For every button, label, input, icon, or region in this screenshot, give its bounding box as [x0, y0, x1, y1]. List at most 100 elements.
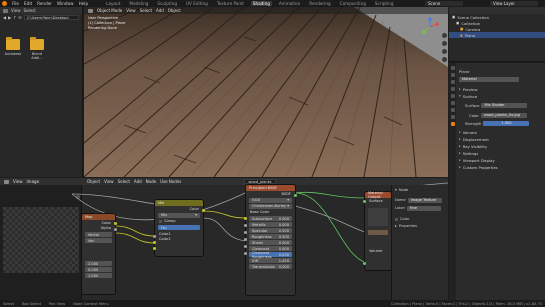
node-value-field[interactable]: Metallic 0.000	[249, 222, 292, 227]
subsurface-method-dropdown[interactable]: Christensen-Burley ▾	[249, 203, 292, 209]
node-input-socket[interactable]	[244, 252, 247, 255]
tab-sculpting[interactable]: Sculpting	[155, 1, 179, 6]
surface-shader-dropdown[interactable]: Mix Shader	[481, 102, 528, 108]
object-tab-icon[interactable]	[450, 101, 455, 105]
editor-type-icon[interactable]	[88, 8, 93, 13]
tab-texture-paint[interactable]: Texture Paint	[215, 1, 246, 6]
section-settings[interactable]: ▸ Settings	[459, 150, 478, 156]
output-tab-icon[interactable]	[450, 80, 455, 84]
menu-help[interactable]: Help	[79, 1, 89, 6]
menu-file[interactable]: File	[12, 1, 19, 6]
tab-layout[interactable]: Layout	[104, 1, 122, 6]
outliner-row-plane[interactable]: ▲ Plane	[449, 32, 545, 38]
render-tab-icon[interactable]	[450, 73, 455, 77]
color-texture-field[interactable]: wood_planks_0x.jpg	[480, 112, 527, 118]
vp-menu-add[interactable]: Add	[156, 8, 164, 13]
menu-render[interactable]: Render	[37, 1, 52, 6]
editor-type-icon[interactable]	[3, 8, 8, 13]
tool-tab-icon[interactable]	[450, 66, 455, 70]
node-properties-section[interactable]: ▸ Properties	[395, 223, 417, 229]
node-mix[interactable]: Mix Color Mix ▾ Clamp Fac Color1 Color2	[153, 200, 205, 256]
parent-dir-icon[interactable]: ↑	[13, 15, 16, 20]
node-color-swatch[interactable]	[368, 229, 388, 235]
blend-mode-dropdown[interactable]: Mix ▾	[158, 212, 200, 218]
node-output-socket[interactable]	[114, 228, 117, 231]
node-input-socket[interactable]	[363, 262, 366, 265]
refresh-icon[interactable]: ⟳	[19, 15, 22, 20]
node-input-socket[interactable]	[244, 217, 247, 220]
view-layer-selector[interactable]: View Layer	[490, 1, 538, 6]
section-preview[interactable]: ▸ Preview	[459, 86, 477, 92]
node-input-socket[interactable]	[363, 200, 366, 203]
node-section-header[interactable]: ▾ Node	[395, 187, 408, 193]
node-value-field[interactable]: 1.000	[85, 273, 112, 278]
node-value-field[interactable]: 2.000	[85, 261, 112, 266]
folder-item[interactable]: Autodesk	[4, 37, 22, 56]
node-label-input[interactable]: Fine	[406, 205, 441, 211]
node-output-socket[interactable]	[294, 194, 297, 197]
scene-selector[interactable]: Scene	[425, 1, 463, 6]
node-value-field[interactable]: Transmission 0.000	[249, 264, 292, 269]
3d-viewport[interactable]: Object Mode View Select Add Object User …	[84, 7, 448, 177]
node-input-socket[interactable]	[244, 224, 247, 227]
perspective-toggle-icon[interactable]	[442, 57, 447, 62]
strength-slider[interactable]: 1.000	[483, 120, 530, 126]
fb-menu-select[interactable]: Select	[24, 8, 36, 13]
node-input-socket[interactable]	[153, 247, 156, 250]
node-value-field[interactable]: Clearcoat Roughness 0.030	[249, 251, 292, 259]
clamp-checkbox-row[interactable]: Clamp	[155, 219, 203, 225]
node-output-socket[interactable]	[114, 222, 117, 225]
node-value-field[interactable]: Sheen 0.000	[249, 240, 292, 245]
tab-scripting[interactable]: Scripting	[373, 1, 396, 6]
node-input-socket[interactable]	[153, 241, 156, 244]
object-mode-dropdown[interactable]: Object Mode	[97, 8, 122, 13]
modifier-tab-icon[interactable]	[450, 108, 455, 112]
node-input-socket[interactable]	[244, 238, 247, 241]
zoom-icon[interactable]	[442, 33, 447, 38]
tab-compositing[interactable]: Compositing	[338, 1, 368, 6]
node-output-socket[interactable]	[202, 209, 205, 212]
node-input-socket[interactable]	[244, 231, 247, 234]
fb-menu-view[interactable]: View	[11, 8, 21, 13]
vp-menu-view[interactable]: View	[126, 8, 136, 13]
tab-rendering[interactable]: Rendering	[307, 1, 332, 6]
blender-logo-icon[interactable]	[2, 1, 7, 6]
fac-slider[interactable]: Fac	[158, 225, 200, 230]
node-name-input[interactable]: Image Texture	[407, 197, 442, 203]
tab-modeling[interactable]: Modeling	[127, 1, 150, 6]
node-value-field[interactable]: Specular 0.500	[249, 228, 292, 233]
navigation-gizmo-icon[interactable]	[420, 17, 440, 37]
file-path-input[interactable]: C:\Users\Yann\Desktop\	[23, 15, 79, 20]
node-value-field[interactable]: Subsurface 0.000	[249, 216, 292, 221]
scene-tab-icon[interactable]	[450, 87, 455, 91]
node-map[interactable]: Map Color Alpha Vector Vec 2.000 0.000 1…	[82, 214, 117, 294]
node-color-section[interactable]: Color	[395, 216, 409, 222]
folder-item[interactable]: Blend Addl...	[28, 37, 46, 60]
vp-menu-object[interactable]: Object	[168, 8, 181, 13]
forward-arrow-icon[interactable]: ▶	[8, 15, 11, 20]
node-material-output[interactable]: Material Output Surface Volume	[363, 191, 391, 270]
node-input-socket[interactable]	[153, 235, 156, 238]
node-principled-bsdf[interactable]: Principled BSDF BSDF GGX ▾ Christensen-Bu…	[244, 185, 297, 295]
menu-edit[interactable]: Edit	[24, 1, 32, 6]
section-displacement[interactable]: ▸ Displacement	[459, 136, 489, 142]
data-tab-icon[interactable]	[450, 115, 455, 119]
node-input-socket[interactable]	[244, 245, 247, 248]
pan-icon[interactable]	[442, 41, 447, 46]
vp-menu-select[interactable]: Select	[140, 8, 152, 13]
section-volume[interactable]: ▸ Volume	[459, 129, 477, 135]
tab-shading[interactable]: Shading	[250, 1, 272, 6]
distribution-dropdown[interactable]: GGX ▾	[249, 197, 292, 203]
menu-window[interactable]: Window	[57, 1, 74, 6]
node-dropdown[interactable]: Vector	[85, 232, 112, 237]
material-name-field[interactable]: Material	[459, 76, 519, 82]
shader-node-editor[interactable]: View Image Object View Select Add Node U…	[0, 178, 448, 300]
node-value-field[interactable]: IOR 1.450	[249, 258, 292, 263]
material-slot[interactable]: Material	[459, 76, 519, 82]
tab-uv-editing[interactable]: UV Editing	[184, 1, 210, 6]
section-ray-visibility[interactable]: ▸ Ray Visibility	[459, 143, 487, 149]
tab-animation[interactable]: Animation	[277, 1, 302, 6]
material-tab-icon[interactable]	[450, 122, 455, 126]
node-value-field[interactable]: 0.000	[85, 267, 112, 272]
node-dropdown[interactable]: Vec	[85, 238, 112, 243]
